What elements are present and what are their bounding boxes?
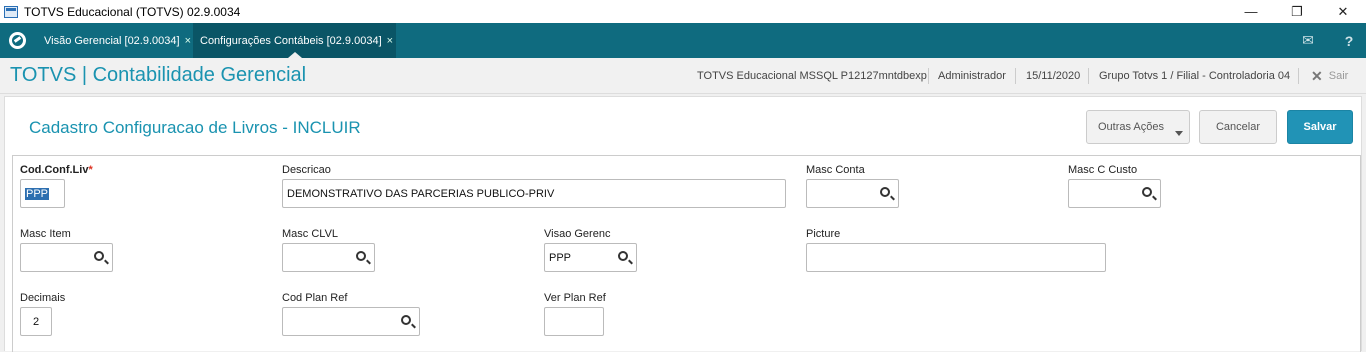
tab-close-icon[interactable]: × xyxy=(387,35,393,47)
more-actions-label: Outras Ações xyxy=(1097,121,1165,133)
field-label: Picture xyxy=(806,228,841,240)
window-titlebar: TOTVS Educacional (TOTVS) 02.9.0034 — ❐ … xyxy=(0,0,1366,23)
picture-input[interactable] xyxy=(806,243,1106,272)
environment-info: TOTVS Educacional MSSQL P12127mntdbexp xyxy=(697,70,927,82)
user-info: Administrador xyxy=(938,70,1006,82)
masc-c-custo-input[interactable] xyxy=(1068,179,1161,208)
close-icon: ✕ xyxy=(1311,67,1323,84)
exit-button[interactable]: ✕ Sair xyxy=(1311,58,1348,94)
field-label: Decimais xyxy=(20,292,66,304)
field-decimais: Decimais 2 xyxy=(20,292,66,336)
field-label: Descricao xyxy=(282,164,331,176)
masc-conta-input[interactable] xyxy=(806,179,899,208)
required-mark: * xyxy=(88,164,93,176)
main-content: Cadastro Configuracao de Livros - INCLUI… xyxy=(4,96,1362,352)
ver-plan-ref-input[interactable] xyxy=(544,307,604,336)
field-visao-gerenc: Visao Gerenc PPP xyxy=(544,228,637,272)
minimize-button[interactable]: — xyxy=(1228,0,1274,23)
module-header: TOTVS | Contabilidade Gerencial TOTVS Ed… xyxy=(0,58,1366,94)
save-button[interactable]: Salvar xyxy=(1287,110,1353,144)
cod-plan-ref-input[interactable] xyxy=(282,307,420,336)
divider xyxy=(1298,68,1299,84)
search-icon[interactable] xyxy=(618,251,628,261)
field-masc-clvl: Masc CLVL xyxy=(282,228,375,272)
divider xyxy=(1015,68,1016,84)
cancel-button[interactable]: Cancelar xyxy=(1199,110,1277,144)
tab-visao-gerencial[interactable]: Visão Gerencial [02.9.0034] × xyxy=(36,23,193,58)
field-descricao: Descricao DEMONSTRATIVO DAS PARCERIAS PU… xyxy=(282,164,786,208)
tab-configuracoes-contabeis[interactable]: Configurações Contábeis [02.9.0034] × xyxy=(193,23,396,58)
window-controls: — ❐ ✕ xyxy=(1228,0,1366,23)
help-icon[interactable]: ? xyxy=(1334,23,1364,58)
tab-label: Configurações Contábeis [02.9.0034] xyxy=(200,34,382,47)
module-title: TOTVS | Contabilidade Gerencial xyxy=(10,64,307,86)
field-masc-conta: Masc Conta xyxy=(806,164,899,208)
field-masc-item: Masc Item xyxy=(20,228,113,272)
search-icon[interactable] xyxy=(94,251,104,261)
cod-conf-liv-input[interactable]: PPP xyxy=(20,179,65,208)
window-title: TOTVS Educacional (TOTVS) 02.9.0034 xyxy=(24,4,241,19)
field-label: Cod Plan Ref xyxy=(282,292,348,304)
tab-close-icon[interactable]: × xyxy=(185,35,191,47)
field-label: Masc CLVL xyxy=(282,228,339,240)
search-icon[interactable] xyxy=(880,187,890,197)
field-label: Ver Plan Ref xyxy=(544,292,606,304)
field-ver-plan-ref: Ver Plan Ref xyxy=(544,292,606,336)
field-label: Masc Item xyxy=(20,228,71,240)
divider xyxy=(1088,68,1089,84)
field-label: Visao Gerenc xyxy=(544,228,611,240)
input-value: DEMONSTRATIVO DAS PARCERIAS PUBLICO-PRIV xyxy=(287,187,555,200)
field-label: Masc C Custo xyxy=(1068,164,1138,176)
mail-icon[interactable]: ✉ xyxy=(1293,23,1323,58)
close-window-button[interactable]: ✕ xyxy=(1320,0,1366,23)
field-masc-c-custo: Masc C Custo xyxy=(1068,164,1161,208)
more-actions-button[interactable]: Outras Ações xyxy=(1086,110,1190,144)
restore-button[interactable]: ❐ xyxy=(1274,0,1320,23)
field-cod-conf-liv: Cod.Conf.Liv* PPP xyxy=(20,164,93,208)
company-info: Grupo Totvs 1 / Filial - Controladoria 0… xyxy=(1099,70,1291,82)
date-info: 15/11/2020 xyxy=(1026,70,1081,82)
tab-bar: Visão Gerencial [02.9.0034] × Configuraç… xyxy=(0,23,1366,58)
chevron-down-icon xyxy=(1175,131,1183,136)
field-cod-plan-ref: Cod Plan Ref xyxy=(282,292,420,336)
field-label: Cod.Conf.Liv* xyxy=(20,164,93,176)
search-icon[interactable] xyxy=(356,251,366,261)
divider xyxy=(928,68,929,84)
tab-label: Visão Gerencial [02.9.0034] xyxy=(44,34,180,47)
form-panel: Cod.Conf.Liv* PPP Descricao DEMONSTRATIV… xyxy=(12,155,1361,352)
field-label: Masc Conta xyxy=(806,164,865,176)
descricao-input[interactable]: DEMONSTRATIVO DAS PARCERIAS PUBLICO-PRIV xyxy=(282,179,786,208)
field-picture: Picture xyxy=(806,228,1106,272)
input-value: 2 xyxy=(32,315,40,328)
search-icon[interactable] xyxy=(401,315,411,325)
app-icon xyxy=(4,5,18,18)
search-icon[interactable] xyxy=(1142,187,1152,197)
masc-clvl-input[interactable] xyxy=(282,243,375,272)
page-title: Cadastro Configuracao de Livros - INCLUI… xyxy=(29,118,361,137)
visao-gerenc-input[interactable]: PPP xyxy=(544,243,637,272)
decimais-input[interactable]: 2 xyxy=(20,307,52,336)
input-value: PPP xyxy=(549,251,572,264)
input-value: PPP xyxy=(25,187,50,200)
exit-label: Sair xyxy=(1328,70,1349,82)
totvs-logo-icon[interactable] xyxy=(9,32,26,49)
masc-item-input[interactable] xyxy=(20,243,113,272)
